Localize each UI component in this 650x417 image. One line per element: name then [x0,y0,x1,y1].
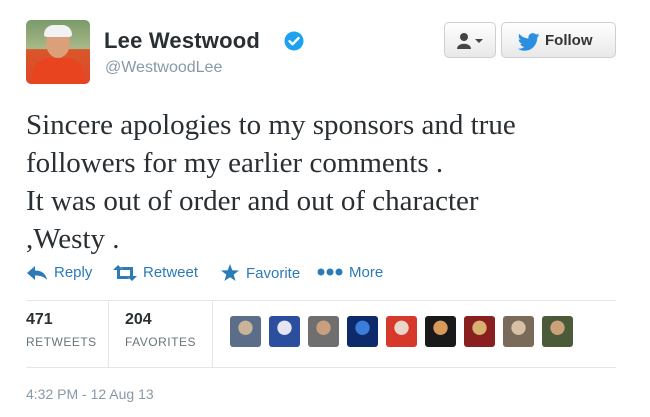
more-action[interactable]: More [317,264,383,281]
more-dots-icon [317,268,343,276]
follow-label: Follow [545,32,593,49]
user-avatar[interactable] [26,20,90,84]
user-actions-button[interactable] [444,22,496,58]
follow-button[interactable]: Follow [501,22,616,58]
stat-separator [108,300,109,367]
favoriter-avatar[interactable] [542,316,573,347]
reply-icon [27,266,47,280]
favoriter-avatar[interactable] [386,316,417,347]
divider-bottom [26,367,616,368]
reply-action[interactable]: Reply [26,264,92,281]
favoriter-avatar[interactable] [308,316,339,347]
tweet-timestamp[interactable]: 4:32 PM - 12 Aug 13 [26,386,154,402]
reply-label: Reply [54,264,93,281]
retweets-label: RETWEETS [26,335,97,349]
favoriter-avatar[interactable] [503,316,534,347]
user-handle[interactable]: @WestwoodLee [105,59,222,77]
avatar-shirt [32,58,84,84]
divider-top [26,300,616,301]
more-label: More [349,264,384,281]
favoriter-avatar[interactable] [464,316,495,347]
retweets-stat[interactable]: 471 RETWEETS [26,311,97,349]
favorite-action[interactable]: Favorite [220,264,300,282]
person-dropdown-icon [457,33,483,49]
verified-badge-icon [284,31,304,51]
twitter-bird-icon [518,33,540,51]
avatar-cap [44,25,72,37]
retweet-icon [113,265,137,281]
favoriter-avatar[interactable] [347,316,378,347]
display-name[interactable]: Lee Westwood [104,28,260,54]
retweets-count: 471 [26,311,53,328]
favorites-stat[interactable]: 204 FAVORITES [125,311,196,349]
favoriter-avatar[interactable] [269,316,300,347]
favoriter-avatar[interactable] [230,316,261,347]
star-icon [221,264,239,282]
retweet-label: Retweet [143,264,199,281]
retweet-action[interactable]: Retweet [113,264,198,281]
favorite-label: Favorite [246,265,301,282]
tweet-text: Sincere apologies to my sponsors and tru… [26,109,516,255]
favorites-label: FAVORITES [125,335,196,349]
favoriter-avatar[interactable] [425,316,456,347]
favorites-count: 204 [125,311,152,328]
stat-separator [212,300,213,367]
